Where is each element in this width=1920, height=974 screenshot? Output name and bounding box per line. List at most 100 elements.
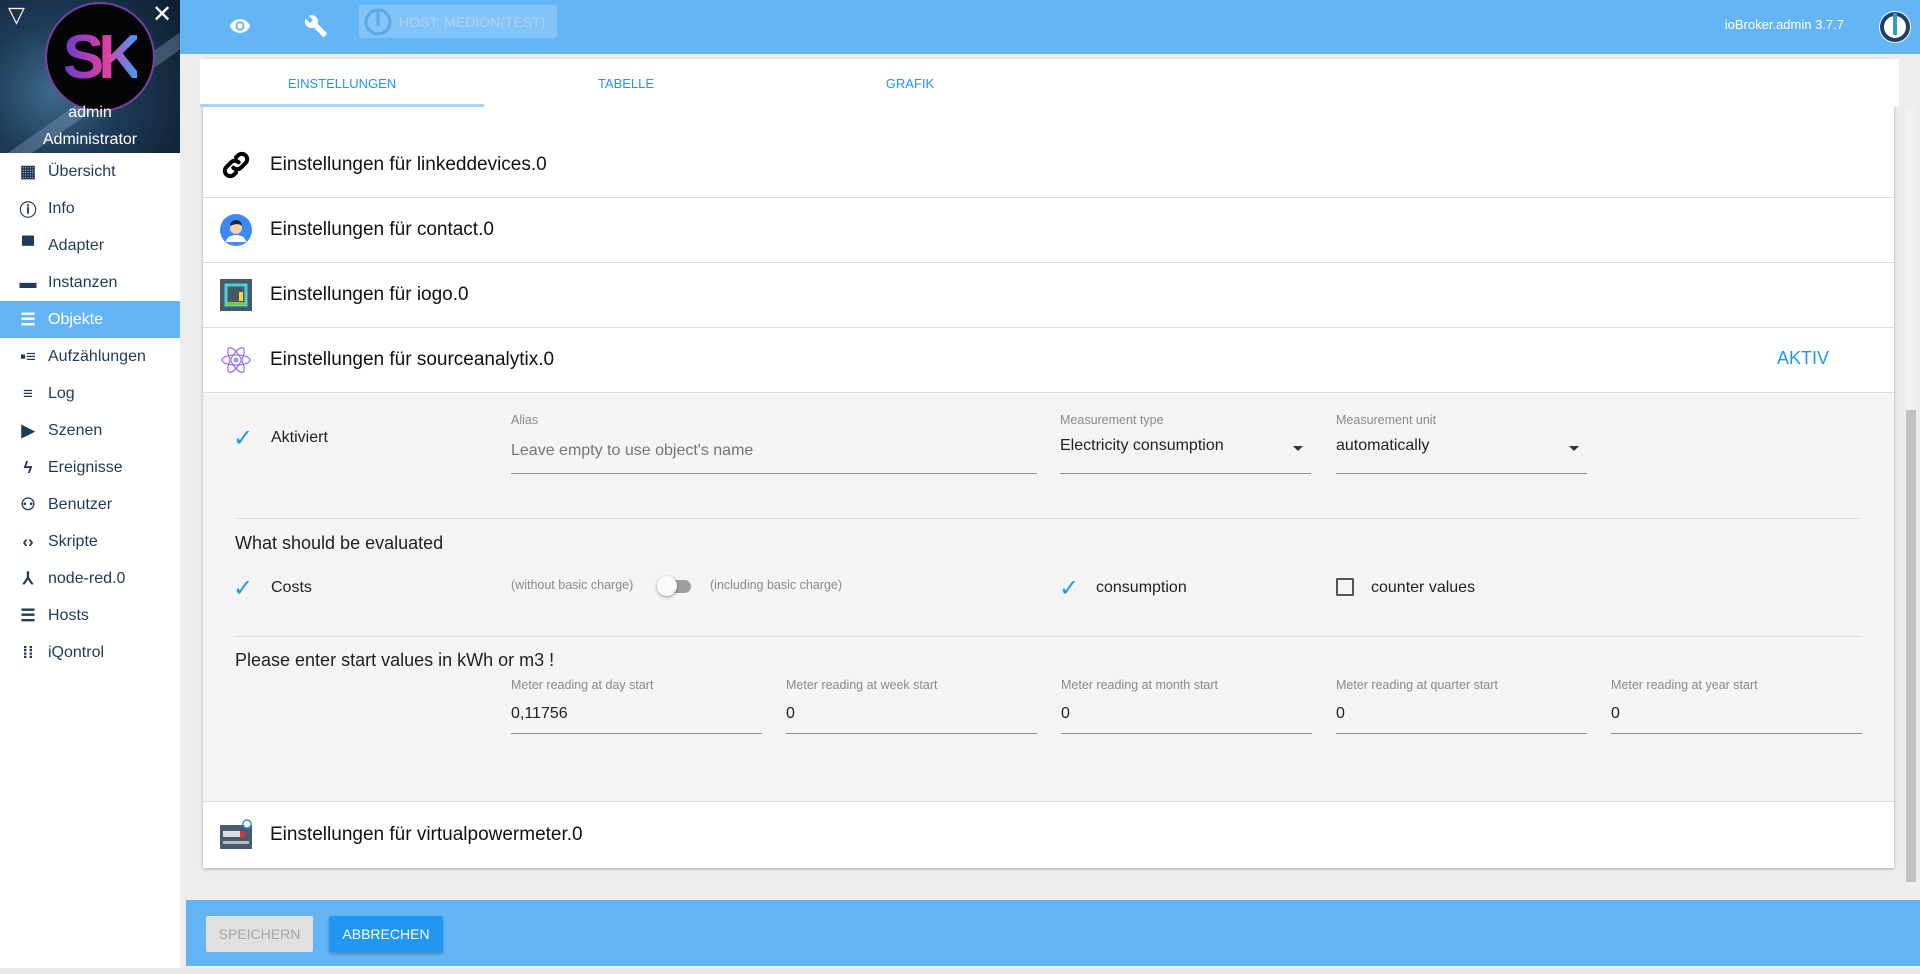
- status-badge: AKTIV: [1777, 348, 1830, 368]
- wrench-icon[interactable]: [304, 14, 328, 43]
- meter-underline: [511, 733, 762, 734]
- sourceanalytix-settings-panel: ✓ Aktiviert Alias Measurement type Elect…: [203, 393, 1894, 802]
- sidebar-item-hosts[interactable]: ☰ Hosts: [0, 597, 180, 634]
- measurement-unit-value: automatically: [1336, 437, 1430, 454]
- measurement-type-label: Measurement type: [1060, 413, 1164, 427]
- meter-label: Meter reading at month start: [1061, 678, 1219, 692]
- meter-input[interactable]: 0: [1611, 705, 1862, 723]
- active-tab-indicator: [200, 104, 484, 107]
- code-icon: ‹›: [22, 531, 34, 551]
- select-underline: [1336, 473, 1587, 474]
- power-meter-icon: [220, 818, 252, 851]
- top-bar: HOST: MEDION(TEST) ioBroker.admin 3.7.7: [180, 0, 1920, 54]
- sidebar-item-label: Info: [48, 199, 75, 217]
- meter-input[interactable]: 0,11756: [511, 705, 762, 723]
- activated-check-icon[interactable]: ✓: [233, 427, 253, 451]
- meter-input[interactable]: 0: [1061, 705, 1312, 723]
- sidebar-item-label: Skripte: [48, 532, 98, 550]
- sidebar-item-label: Objekte: [48, 310, 104, 328]
- apps-grid-icon: ▦: [19, 161, 37, 181]
- log-icon: ≡: [23, 383, 33, 403]
- including-basic-charge-label: (including basic charge): [710, 578, 843, 592]
- sidebar-item--bersicht[interactable]: ▦ Übersicht: [0, 153, 180, 190]
- meter-label: Meter reading at week start: [786, 678, 938, 692]
- adapter-row-virtualpowermeter[interactable]: Einstellungen für virtualpowermeter.0: [203, 802, 1894, 867]
- evaluate-heading: What should be evaluated: [235, 533, 444, 553]
- consumption-check-icon[interactable]: ✓: [1059, 577, 1079, 601]
- measurement-type-value: Electricity consumption: [1060, 437, 1224, 454]
- avatar-logo-text: SK: [62, 22, 143, 92]
- host-selector[interactable]: HOST: MEDION(TEST): [359, 5, 557, 38]
- alias-input[interactable]: [511, 437, 1037, 465]
- settings-card: Einstellungen für linkeddevices.0 Einstel…: [203, 59, 1894, 868]
- save-button[interactable]: SPEICHERN: [206, 916, 313, 952]
- sidebar-item-log[interactable]: ≡ Log: [0, 375, 180, 412]
- scrollbar-thumb[interactable]: [1906, 410, 1916, 882]
- alias-label: Alias: [511, 413, 539, 427]
- measurement-unit-select[interactable]: automatically: [1336, 437, 1587, 467]
- meter-field[interactable]: Meter reading at day start 0,11756: [511, 678, 762, 742]
- sidebar-item-szenen[interactable]: ▶ Szenen: [0, 412, 180, 449]
- counter-values-checkbox[interactable]: [1336, 578, 1354, 596]
- measurement-type-select[interactable]: Electricity consumption: [1060, 437, 1311, 467]
- divider: [235, 518, 1861, 519]
- costs-label: Costs: [271, 579, 312, 596]
- counter-values-label: counter values: [1371, 579, 1476, 596]
- user-profile-area: SK ▽ ✕ admin Administrator: [0, 0, 180, 153]
- sidebar-item-aufz-hlungen[interactable]: ▪≡ Aufzählungen: [0, 338, 180, 375]
- node-red-icon: ⅄: [22, 568, 34, 588]
- sidebar-item-adapter[interactable]: ▀ Adapter: [0, 227, 180, 264]
- meter-input[interactable]: 0: [1336, 705, 1587, 723]
- row-title: Einstellungen für iogo.0: [270, 284, 469, 305]
- adapter-row-contact[interactable]: Einstellungen für contact.0: [203, 198, 1894, 263]
- meter-label: Meter reading at year start: [1611, 678, 1758, 692]
- sidebar-item-objekte[interactable]: ☰ Objekte: [0, 301, 180, 338]
- meter-label: Meter reading at quarter start: [1336, 678, 1498, 692]
- sidebar-item-benutzer[interactable]: ⚇ Benutzer: [0, 486, 180, 523]
- meter-input[interactable]: 0: [786, 705, 1037, 723]
- link-icon: [220, 149, 252, 181]
- store-icon: ▀: [21, 235, 35, 255]
- host-label: HOST: MEDION(TEST): [399, 13, 546, 30]
- divider: [235, 636, 1861, 637]
- user-name: admin: [68, 104, 112, 121]
- sidebar-item-node-red-0[interactable]: ⅄ node-red.0: [0, 560, 180, 597]
- adapter-row-iogo[interactable]: Einstellungen für iogo.0: [203, 263, 1894, 328]
- sidebar-item-label: Adapter: [48, 236, 105, 254]
- sidebar-item-instanzen[interactable]: ▬ Instanzen: [0, 264, 180, 301]
- triangle-down-icon[interactable]: ▽: [8, 2, 25, 28]
- tab-tabelle[interactable]: TABELLE: [484, 59, 768, 107]
- select-underline: [1060, 473, 1311, 474]
- footer-bar: SPEICHERN ABBRECHEN: [186, 900, 1920, 966]
- close-icon[interactable]: ✕: [152, 0, 172, 29]
- meter-field[interactable]: Meter reading at month start 0: [1061, 678, 1312, 742]
- row-title: Einstellungen für sourceanalytix.0: [270, 349, 555, 370]
- sidebar-item-ereignisse[interactable]: ϟ Ereignisse: [0, 449, 180, 486]
- meter-field[interactable]: Meter reading at year start 0: [1611, 678, 1862, 742]
- enum-icon: ▪≡: [20, 346, 36, 366]
- sidebar-item-label: Hosts: [48, 606, 89, 624]
- adapter-row-sourceanalytix[interactable]: Einstellungen für sourceanalytix.0 AKTIV: [203, 328, 1894, 393]
- tab-einstellungen[interactable]: EINSTELLUNGEN: [200, 59, 484, 107]
- sidebar-item-iqontrol[interactable]: ⁞⁞ iQontrol: [0, 634, 180, 671]
- tab-grafik[interactable]: GRAFIK: [768, 59, 1052, 107]
- start-values-heading: Please enter start values in kWh or m3 !: [235, 650, 555, 670]
- iobroker-host-icon: [364, 8, 392, 35]
- basic-charge-toggle[interactable]: [655, 574, 695, 598]
- sidebar-item-info[interactable]: ⓘ Info: [0, 190, 180, 227]
- tab-bar: EINSTELLUNGEN TABELLE GRAFIK: [200, 59, 1899, 107]
- dropdown-arrow-icon: [1293, 446, 1303, 451]
- costs-check-icon[interactable]: ✓: [233, 577, 253, 601]
- sidebar-item-label: Übersicht: [48, 162, 116, 180]
- activated-label: Aktiviert: [271, 429, 328, 446]
- row-title: Einstellungen für linkeddevices.0: [270, 154, 547, 175]
- cancel-button[interactable]: ABBRECHEN: [329, 916, 443, 952]
- user-role: Administrator: [42, 131, 138, 148]
- scenes-icon: ▶: [21, 420, 35, 440]
- meter-field[interactable]: Meter reading at quarter start 0: [1336, 678, 1587, 742]
- iobroker-logo-icon[interactable]: [1878, 10, 1912, 49]
- adapter-row-linkeddevices[interactable]: Einstellungen für linkeddevices.0: [203, 133, 1894, 198]
- eye-icon[interactable]: [227, 15, 253, 42]
- sidebar-item-skripte[interactable]: ‹› Skripte: [0, 523, 180, 560]
- meter-field[interactable]: Meter reading at week start 0: [786, 678, 1037, 742]
